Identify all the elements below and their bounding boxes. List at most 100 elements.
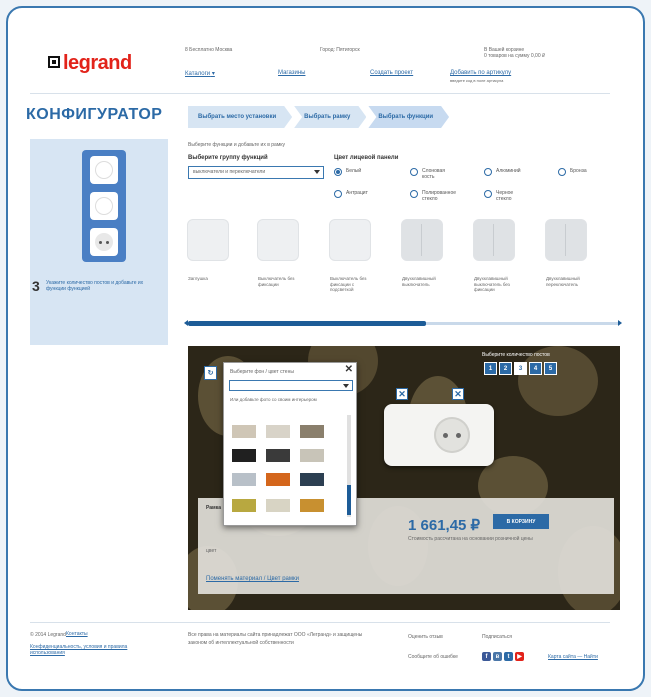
footer-subscribe[interactable]: Подписаться [482,634,512,640]
qty-option-3[interactable]: 3 [514,362,527,375]
module-slot-2[interactable] [90,192,118,220]
header-divider [30,93,610,94]
configurator-hint: Выберите функции и добавьте их в рамку [188,142,285,148]
swatch[interactable] [266,473,290,486]
footer-policy-link[interactable]: Конфиденциальность, условия и правила ис… [30,644,160,656]
swatch[interactable] [266,425,290,438]
socket-icon [95,233,113,251]
price-value: 1 661,45 ₽ [408,517,481,534]
swatch[interactable] [266,449,290,462]
color-option-bronze[interactable]: Бронза [558,168,598,176]
function-label: Двухклавишный переключатель [546,276,580,287]
add-by-article-link[interactable]: Добавить по артикулу [450,70,511,76]
qty-option-2[interactable]: 2 [499,362,512,375]
footer-copyright: © 2014 Legrand [30,632,66,638]
color-note: цвет [206,548,217,554]
footer-contacts-link[interactable]: Контакты [66,631,88,637]
step-tab-frame[interactable]: Выбрать рамку [294,106,366,128]
swatch[interactable] [300,449,324,462]
function-group-label: Выберите группу функций [188,155,268,161]
swatch[interactable] [300,425,324,438]
footer-address-2: законом об интеллектуальной собственност… [188,640,294,646]
chevron-down-icon [314,170,320,174]
swatch[interactable] [232,473,256,486]
footer-share-label: Оценить отзыв [408,634,443,640]
function-label: Двухклавишный выключатель без фиксации [474,276,510,292]
header-phone: 8 Бесплатно Москва [185,47,233,53]
qty-option-1[interactable]: 1 [484,362,497,375]
footer-address: Все права на материалы сайта принадлежат… [188,632,363,638]
legrand-logo[interactable]: legrand [48,52,132,75]
color-option-polished-glass[interactable]: Полированное стекло [410,190,456,202]
qty-label: Выберите количество постов [482,352,550,358]
popup-background-select[interactable] [229,380,353,391]
remove-module-icon[interactable]: ✕ [452,388,464,400]
frame-preview [82,150,126,262]
swatch[interactable] [232,449,256,462]
change-material-link[interactable]: Поменять материал / Цвет рамки [206,576,299,582]
function-tile-double-switch[interactable] [402,220,442,260]
youtube-icon[interactable]: ▶ [515,652,524,661]
radio-icon [558,168,566,176]
swatch[interactable] [266,499,290,512]
function-label: Двухклавишный выключатель [402,276,436,287]
add-by-article-note: введите код в поле артикула [450,78,504,83]
module-slot-1[interactable] [90,156,118,184]
color-label: Цвет лицевой панели [334,155,399,161]
function-tile-double-changeover[interactable] [546,220,586,260]
socket-icon [434,417,470,453]
swatch[interactable] [300,499,324,512]
create-project-link[interactable]: Создать проект [370,70,413,76]
color-option-anthracite[interactable]: Антрацит [334,190,374,198]
swatch[interactable] [232,425,256,438]
close-icon[interactable]: ✕ [345,364,353,375]
scroll-left-icon[interactable] [184,320,188,326]
vk-icon[interactable]: в [493,652,502,661]
blank-module-icon [95,197,113,215]
facebook-icon[interactable]: f [482,652,491,661]
radio-icon [410,168,418,176]
qty-option-5[interactable]: 5 [544,362,557,375]
popup-scrollbar[interactable] [347,415,351,517]
step-tab-functions[interactable]: Выбрать функции [368,106,449,128]
function-tile-double-switch-nofix[interactable] [474,220,514,260]
scroll-right-icon[interactable] [618,320,622,326]
blank-module-icon [95,161,113,179]
add-to-cart-button[interactable]: В корзину [493,514,549,529]
step-tab-location[interactable]: Выбрать место установки [188,106,292,128]
footer-divider [30,622,610,623]
color-option-ivory[interactable]: Слоновая кость [410,168,450,180]
remove-module-icon[interactable]: ✕ [396,388,408,400]
function-tile-blank[interactable] [188,220,228,260]
swatch[interactable] [232,499,256,512]
function-label: Выключатель без фиксации с подсветкой [330,276,367,292]
color-option-black-glass[interactable]: Черное стекло [484,190,524,202]
function-tile-switch[interactable] [258,220,298,260]
color-option-white[interactable]: Белый [334,168,374,176]
radio-icon [334,168,342,176]
color-option-aluminium[interactable]: Алюминий [484,168,524,176]
city-selector[interactable]: Город: Пятигорск [320,47,360,53]
radio-icon [334,190,342,198]
function-group-select[interactable]: выключатели и переключатели [188,166,324,179]
shops-link[interactable]: Магазины [278,70,305,76]
swatch[interactable] [300,473,324,486]
popup-tab-text: Или добавьте фото со своим интерьером [230,397,317,402]
scrollbar-thumb[interactable] [347,485,351,515]
popup-title: Выберите фон / цвет стены [230,369,294,375]
radio-icon [484,168,492,176]
rotate-icon[interactable]: ↻ [204,366,217,380]
frame-note: Рамка [206,505,222,511]
function-scrollbar[interactable] [184,320,622,326]
footer-error-report[interactable]: Сообщите об ошибке [408,654,458,660]
catalog-link[interactable]: Каталоги ▾ [185,70,215,77]
logo-mark-icon [48,56,60,68]
qty-option-4[interactable]: 4 [529,362,542,375]
twitter-icon[interactable]: t [504,652,513,661]
scrollbar-thumb[interactable] [188,321,426,326]
step-description: Укажите количество постов и добавьте их … [46,280,144,292]
sitemap-link[interactable]: Карта сайта — Найти [548,654,598,660]
step-tabs: Выбрать место установки Выбрать рамку Вы… [188,106,451,128]
module-slot-3[interactable] [90,228,118,256]
function-tile-switch-lit[interactable] [330,220,370,260]
